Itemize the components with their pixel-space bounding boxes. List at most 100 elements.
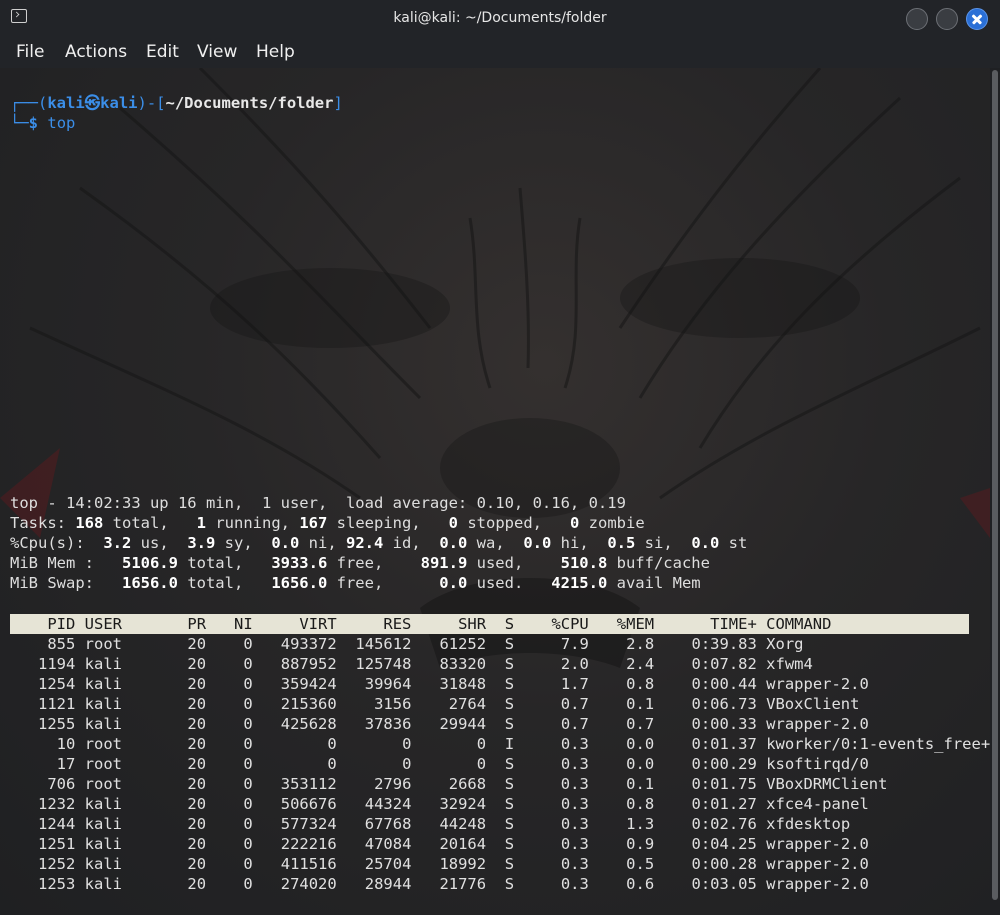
menu-actions[interactable]: Actions <box>65 42 127 62</box>
tasks-running: 1 <box>196 514 206 532</box>
command-line: └─$ top <box>10 114 76 132</box>
close-button[interactable] <box>966 8 988 30</box>
cell-res: 25704 <box>364 855 412 873</box>
header-virt: VIRT <box>299 615 337 633</box>
cell-command: Xorg <box>766 635 804 653</box>
cell-time: 0:01.75 <box>691 775 757 793</box>
mem-used: 891.9 <box>420 554 468 572</box>
cell-time: 0:00.44 <box>691 675 757 693</box>
cell-mem: 0.6 <box>626 875 655 893</box>
mem-buff-cache: 510.8 <box>560 554 608 572</box>
cell-mem: 0.7 <box>626 715 655 733</box>
uptime-line: top - 14:02:33 up 16 min, 1 user, load a… <box>10 494 626 512</box>
process-row: 1252 kali 20 0 411516 25704 18992 S 0.3 … <box>10 854 869 874</box>
cell-ni: 0 <box>243 775 253 793</box>
cell-pr: 20 <box>187 875 207 893</box>
process-row: 17 root 20 0 0 0 0 S 0.3 0.0 0:00.29 kso… <box>10 754 869 774</box>
cell-command: wrapper-2.0 <box>766 715 869 733</box>
cell-shr: 0 <box>476 735 487 753</box>
menu-view[interactable]: View <box>197 42 237 62</box>
cell-command: VBoxClient <box>766 695 860 713</box>
cell-mem: 0.0 <box>626 755 655 773</box>
cell-pr: 20 <box>187 815 207 833</box>
cell-res: 28944 <box>364 875 412 893</box>
cell-cpu: 7.9 <box>560 635 589 653</box>
mem-total: 5106.9 <box>121 554 178 572</box>
cell-ni: 0 <box>243 715 253 733</box>
cell-pid: 1255 <box>38 715 76 733</box>
cell-shr: 32924 <box>439 795 487 813</box>
header-shr: SHR <box>458 615 487 633</box>
cell-mem: 0.9 <box>626 835 655 853</box>
cpu-si: 0.5 <box>607 534 636 552</box>
menu-edit[interactable]: Edit <box>146 42 179 62</box>
cell-cpu: 0.7 <box>560 695 589 713</box>
cell-state: S <box>504 775 515 793</box>
maximize-button[interactable] <box>936 8 958 30</box>
cell-ni: 0 <box>243 635 253 653</box>
cell-command: kworker/0:1-events_free+ <box>766 735 990 753</box>
cell-cpu: 0.3 <box>560 835 589 853</box>
header-pr: PR <box>187 615 207 633</box>
cell-pid: 1253 <box>38 875 76 893</box>
header-res: RES <box>383 615 412 633</box>
cell-state: S <box>504 835 515 853</box>
cell-res: 2796 <box>374 775 412 793</box>
cell-virt: 887952 <box>280 655 337 673</box>
cell-mem: 2.4 <box>626 655 655 673</box>
minimize-button[interactable] <box>906 8 928 30</box>
cell-shr: 83320 <box>439 655 487 673</box>
process-row: 1194 kali 20 0 887952 125748 83320 S 2.0… <box>10 654 813 674</box>
cell-pid: 1232 <box>38 795 76 813</box>
cell-shr: 2668 <box>448 775 487 793</box>
process-row: 855 root 20 0 493372 145612 61252 S 7.9 … <box>10 634 804 654</box>
cell-pr: 20 <box>187 675 207 693</box>
cell-virt: 274020 <box>280 875 337 893</box>
cell-virt: 577324 <box>280 815 337 833</box>
swap-used: 0.0 <box>439 574 468 592</box>
scrollbar-thumb[interactable] <box>992 70 998 900</box>
swap-total: 1656.0 <box>121 574 178 592</box>
cell-mem: 0.8 <box>626 675 655 693</box>
process-row: 1253 kali 20 0 274020 28944 21776 S 0.3 … <box>10 874 869 894</box>
cell-virt: 425628 <box>280 715 337 733</box>
cell-state: S <box>504 635 515 653</box>
cell-shr: 18992 <box>439 855 487 873</box>
terminal-area[interactable]: ┌──(kali㉿kali)-[~/Documents/folder] └─$ … <box>0 68 990 915</box>
cell-res: 0 <box>402 755 412 773</box>
cell-pid: 1194 <box>38 655 76 673</box>
cell-state: S <box>504 715 515 733</box>
cell-time: 0:01.37 <box>691 735 757 753</box>
cell-res: 3156 <box>374 695 412 713</box>
menu-help[interactable]: Help <box>256 42 295 62</box>
cell-virt: 222216 <box>280 835 337 853</box>
cell-mem: 0.8 <box>626 795 655 813</box>
cell-state: S <box>504 675 515 693</box>
cell-pr: 20 <box>187 855 207 873</box>
prompt-path: ~/Documents/folder <box>165 94 334 112</box>
swap-avail: 4215.0 <box>551 574 608 592</box>
cell-res: 145612 <box>355 635 412 653</box>
cell-time: 0:03.05 <box>691 875 757 893</box>
cell-pr: 20 <box>187 655 207 673</box>
swap-line: MiB Swap: 1656.0 total, 1656.0 free, 0.0… <box>10 574 701 592</box>
cell-shr: 44248 <box>439 815 487 833</box>
cell-state: S <box>504 855 515 873</box>
cpu-ni: 0.0 <box>271 534 300 552</box>
cell-cpu: 0.3 <box>560 855 589 873</box>
prompt-command: top <box>47 114 76 132</box>
cell-time: 0:04.25 <box>691 835 757 853</box>
cell-command: xfce4-panel <box>766 795 869 813</box>
menu-file[interactable]: File <box>16 42 44 62</box>
header-time: TIME+ <box>710 615 757 633</box>
cpu-line: %Cpu(s): 3.2 us, 3.9 sy, 0.0 ni, 92.4 id… <box>10 534 748 552</box>
cell-user: kali <box>84 695 122 713</box>
process-row: 1232 kali 20 0 506676 44324 32924 S 0.3 … <box>10 794 869 814</box>
cell-pr: 20 <box>187 795 207 813</box>
cpu-wa: 0.0 <box>439 534 468 552</box>
cell-mem: 0.1 <box>626 695 655 713</box>
cell-cpu: 0.3 <box>560 775 589 793</box>
cell-shr: 61252 <box>439 635 487 653</box>
cell-shr: 31848 <box>439 675 487 693</box>
cell-state: I <box>504 735 515 753</box>
